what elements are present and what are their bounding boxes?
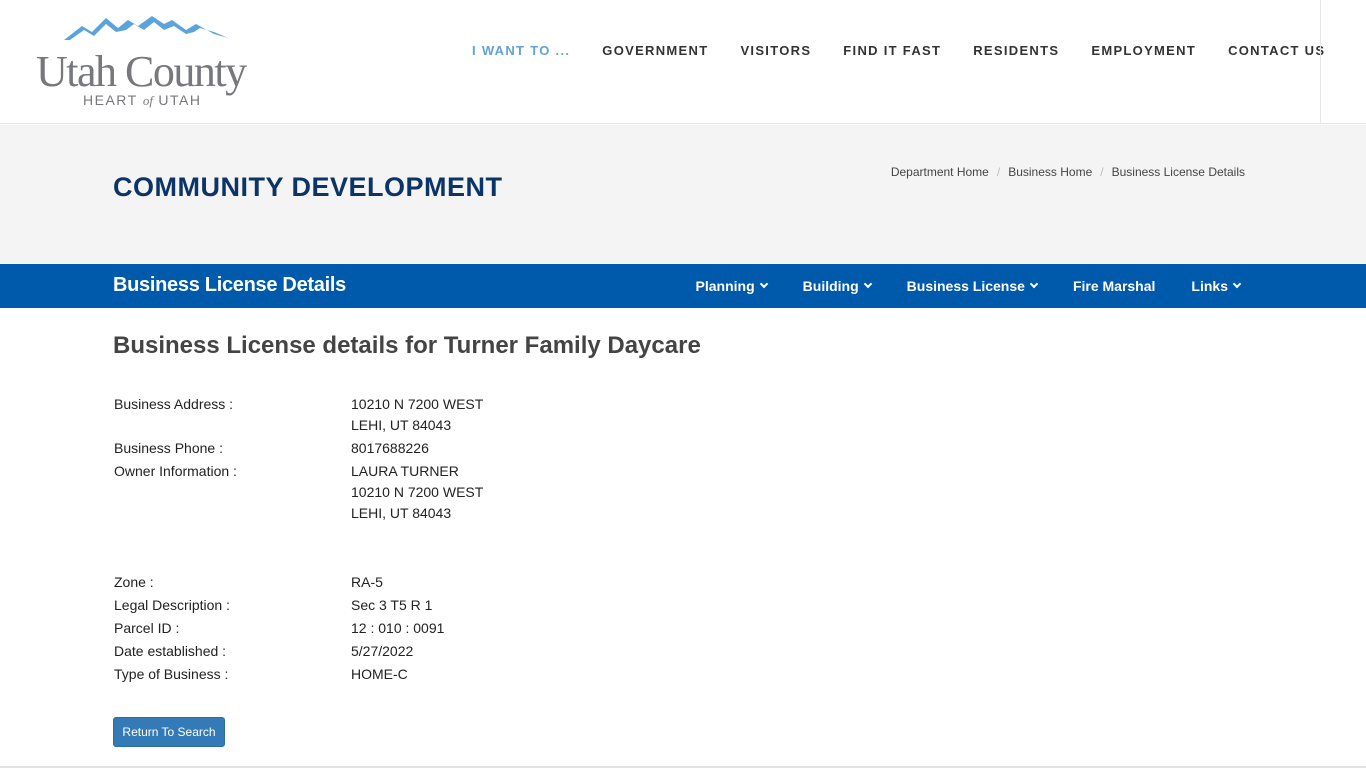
- chevron-down-icon: [1232, 279, 1242, 289]
- logo-sub-of: of: [142, 93, 153, 108]
- owner-line: LEHI, UT 84043: [351, 505, 452, 521]
- menu-building-label: Building: [802, 278, 859, 294]
- breadcrumb: Department Home / Business Home / Busine…: [891, 165, 1245, 179]
- chevron-down-icon: [863, 279, 872, 289]
- address-line: 10210 N 7200 WEST: [351, 396, 484, 412]
- section-nav-bar: Business License Details Planning Buildi…: [0, 264, 1366, 308]
- detail-label: Owner Information :: [114, 463, 237, 479]
- utah-county-logo[interactable]: Utah County HEART of UTAH: [36, 14, 260, 110]
- breadcrumb-separator: /: [996, 165, 1001, 179]
- logo-sub-left: HEART: [83, 92, 138, 108]
- breadcrumb-department-home[interactable]: Department Home: [891, 165, 989, 179]
- logo-sub-right: UTAH: [158, 92, 202, 108]
- owner-line: 10210 N 7200 WEST: [351, 484, 484, 500]
- detail-value: HOME-C: [351, 666, 408, 682]
- menu-business-license-label: Business License: [906, 278, 1025, 294]
- breadcrumb-current: Business License Details: [1111, 165, 1245, 179]
- section-title: Business License Details: [113, 274, 346, 296]
- logo-title: Utah County: [36, 47, 247, 96]
- title-band: COMMUNITY DEVELOPMENT Department Home / …: [0, 125, 1366, 264]
- main-nav: I WANT TO ... GOVERNMENT VISITORS FIND I…: [456, 38, 1341, 62]
- address-line: LEHI, UT 84043: [351, 417, 452, 433]
- return-to-search-button[interactable]: Return To Search: [113, 717, 225, 747]
- detail-label: Legal Description :: [114, 597, 230, 613]
- nav-residents[interactable]: RESIDENTS: [957, 43, 1075, 58]
- owner-line: LAURA TURNER: [351, 463, 459, 479]
- chevron-down-icon: [759, 279, 768, 289]
- menu-links[interactable]: Links: [1191, 278, 1242, 294]
- detail-value: Sec 3 T5 R 1: [351, 597, 433, 613]
- detail-label: Date established :: [114, 643, 227, 659]
- license-heading: Business License details for Turner Fami…: [113, 332, 701, 359]
- department-title: COMMUNITY DEVELOPMENT: [113, 172, 503, 202]
- mountains-logo-icon: [64, 16, 228, 40]
- menu-fire-marshal[interactable]: Fire Marshal: [1073, 278, 1155, 294]
- detail-label: Parcel ID :: [114, 620, 180, 636]
- detail-value: 5/27/2022: [351, 643, 414, 659]
- detail-label: Business Phone :: [114, 440, 223, 456]
- nav-find-it-fast[interactable]: FIND IT FAST: [827, 43, 957, 58]
- nav-visitors[interactable]: VISITORS: [724, 43, 827, 58]
- detail-value: 12 : 010 : 0091: [351, 620, 445, 636]
- logo-subtitle: HEART of UTAH: [83, 92, 201, 109]
- chevron-down-icon: [1029, 279, 1039, 289]
- menu-links-label: Links: [1191, 278, 1228, 294]
- site-header: Utah County HEART of UTAH I WANT TO ... …: [0, 0, 1366, 124]
- detail-value: 10210 N 7200 WEST LEHI, UT 84043: [351, 396, 483, 438]
- section-menu: Planning Building Business License Fire …: [660, 264, 1242, 308]
- menu-business-license[interactable]: Business License: [906, 278, 1039, 294]
- menu-fire-marshal-label: Fire Marshal: [1072, 278, 1156, 294]
- header-divider: [1320, 0, 1321, 124]
- detail-value: LAURA TURNER 10210 N 7200 WEST LEHI, UT …: [351, 463, 483, 526]
- menu-planning-label: Planning: [695, 278, 755, 294]
- nav-employment[interactable]: EMPLOYMENT: [1075, 43, 1212, 58]
- nav-contact-us[interactable]: CONTACT US: [1212, 43, 1341, 58]
- detail-label: Business Address :: [114, 396, 234, 412]
- nav-i-want-to[interactable]: I WANT TO ...: [456, 43, 586, 58]
- menu-planning[interactable]: Planning: [695, 278, 768, 294]
- nav-government[interactable]: GOVERNMENT: [586, 43, 724, 58]
- detail-label: Type of Business :: [114, 666, 229, 682]
- detail-value: 8017688226: [351, 440, 429, 456]
- breadcrumb-separator: /: [1100, 165, 1104, 179]
- breadcrumb-business-home[interactable]: Business Home: [1008, 165, 1092, 179]
- detail-label: Zone :: [114, 574, 154, 590]
- detail-value: RA-5: [351, 574, 383, 590]
- menu-building[interactable]: Building: [802, 278, 872, 294]
